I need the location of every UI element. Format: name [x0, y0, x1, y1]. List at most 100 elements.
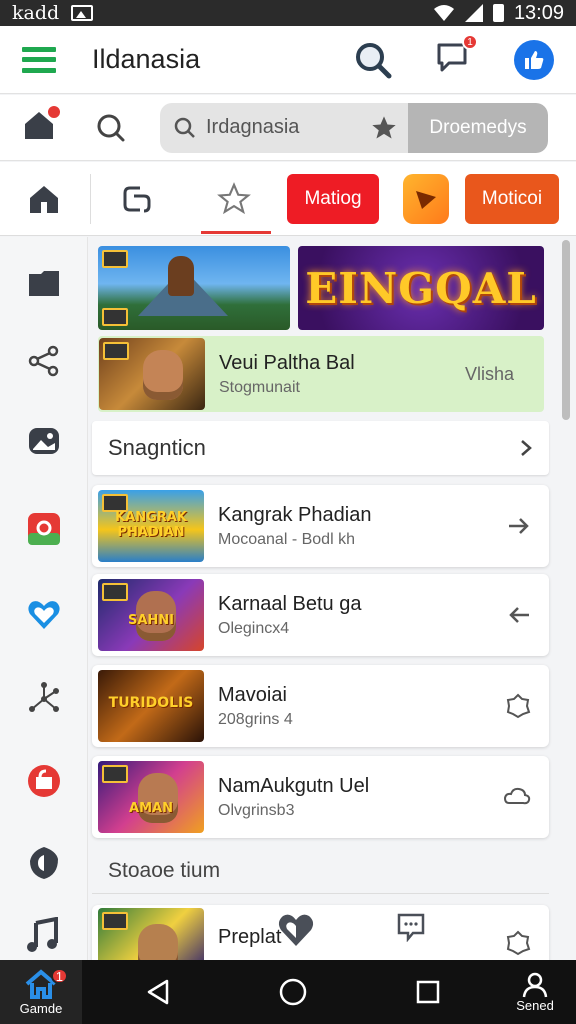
folder-icon: [29, 271, 59, 296]
home-notification-button[interactable]: [22, 104, 62, 147]
list-item[interactable]: AMAN NamAukgutn Uel Olvgrinsb3: [92, 756, 549, 838]
carrier-label: kadd: [12, 2, 60, 24]
featured-side-label: Vlisha: [464, 363, 514, 384]
rail-music[interactable]: [24, 915, 64, 955]
item-title: Karnaal Betu ga: [218, 592, 362, 615]
item-subtitle: Olegincx4: [218, 619, 290, 637]
nav-home-badge: 1: [50, 968, 68, 984]
notification-badge: 1: [462, 34, 478, 50]
search-alt-icon[interactable]: [96, 113, 126, 143]
star-outline-icon: [217, 181, 251, 214]
item-title: Preplat: [218, 926, 282, 948]
star-icon[interactable]: [370, 114, 398, 142]
status-bar: kadd 13:09: [0, 0, 576, 26]
game-thumbnail: [98, 908, 204, 968]
signal-icon: [464, 4, 483, 22]
home-circle-icon[interactable]: [278, 977, 308, 1007]
nav-home-label: Gamde: [19, 1000, 63, 1016]
camera-icon: [28, 513, 60, 545]
tab-divider: [90, 173, 91, 224]
badge-outline-icon[interactable]: [505, 693, 531, 719]
share-icon: [28, 345, 59, 377]
messages-button[interactable]: 1: [436, 34, 478, 79]
home-badge: [46, 104, 62, 120]
search-action-button[interactable]: Droemedys: [408, 102, 548, 153]
list-item[interactable]: KANGRAK PHADIAN Kangrak Phadian Mocoanal…: [92, 485, 549, 567]
featured-subtitle: Stogmunait: [219, 378, 300, 396]
play-icon: [416, 190, 436, 209]
section-header[interactable]: Snagnticn: [92, 421, 549, 475]
scrollbar[interactable]: [562, 240, 570, 420]
thumbs-up-icon: [525, 50, 544, 69]
cloud-outline-icon[interactable]: [503, 785, 531, 809]
recents-icon[interactable]: [415, 979, 441, 1005]
badge-outline-icon[interactable]: [505, 930, 531, 956]
rail-shield[interactable]: [24, 843, 64, 883]
featured-thumbnail: [99, 338, 205, 410]
app-icon: [28, 765, 60, 797]
item-title: Mavoiai: [218, 683, 287, 706]
item-subtitle: 208grins 4: [218, 710, 293, 728]
magnifier-icon: [174, 117, 195, 138]
rail-favorites[interactable]: [24, 595, 64, 635]
banner-adventure[interactable]: [98, 246, 290, 330]
arrow-left-icon[interactable]: [507, 605, 531, 625]
app-bar: Ildanasia 1: [0, 26, 576, 94]
wifi-icon: [433, 5, 454, 21]
app-title: Ildanasia: [92, 44, 201, 74]
tab-home[interactable]: [22, 177, 66, 221]
profile-button[interactable]: [514, 39, 554, 80]
heart-icon: [28, 601, 60, 629]
game-thumbnail: TURIDOLIS: [98, 670, 204, 742]
banner-row: EINGQAL: [98, 246, 544, 330]
game-thumbnail: KANGRAK PHADIAN: [98, 490, 204, 562]
comment-float-icon[interactable]: [396, 912, 426, 942]
item-subtitle: Olvgrinsb3: [218, 801, 295, 819]
link-icon: [123, 186, 151, 212]
play-logo-icon[interactable]: [403, 173, 449, 224]
item-subtitle: Mocoanal - Bodl kh: [218, 530, 355, 548]
tab-button-a[interactable]: Matiog: [287, 173, 379, 224]
rail-share[interactable]: [24, 341, 64, 381]
featured-item[interactable]: Veui Paltha Bal Stogmunait Vlisha: [98, 336, 544, 412]
nav-home-button[interactable]: Gamde 1: [0, 960, 82, 1024]
bottom-nav: Gamde 1 Sened: [0, 960, 576, 1024]
rail-network[interactable]: [24, 679, 64, 719]
heart-float-icon[interactable]: [276, 910, 316, 950]
search-input[interactable]: Irdagnasia: [160, 103, 370, 153]
rail-app[interactable]: [24, 761, 64, 801]
search-query: Irdagnasia: [206, 116, 300, 138]
nav-send-button[interactable]: Sened: [494, 972, 576, 1013]
list-item[interactable]: SAHNI Karnaal Betu ga Olegincx4: [92, 574, 549, 656]
section-header: Stoaoe tium: [92, 848, 549, 894]
tab-link[interactable]: [115, 177, 159, 221]
tab-row: Matiog Moticoi: [0, 162, 576, 236]
featured-title: Veui Paltha Bal: [219, 351, 355, 374]
banner-badge-icon: [102, 308, 128, 326]
gallery-icon: [29, 428, 59, 454]
search-icon[interactable]: [354, 41, 392, 79]
menu-icon[interactable]: [22, 46, 56, 73]
rail-camera[interactable]: [24, 509, 64, 549]
person-icon: [522, 972, 548, 997]
nav-send-label: Sened: [516, 997, 554, 1013]
music-icon: [27, 917, 58, 952]
banner-title: EINGQAL: [305, 263, 537, 313]
rail-folder[interactable]: [24, 263, 64, 303]
list-item[interactable]: TURIDOLIS Mavoiai 208grins 4: [92, 665, 549, 747]
search-box[interactable]: Irdagnasia Droemedys: [160, 102, 548, 153]
item-title: Kangrak Phadian: [218, 503, 372, 526]
section-title: Stoaoe tium: [108, 858, 221, 882]
game-thumbnail: SAHNI: [98, 579, 204, 651]
tab-button-b[interactable]: Moticoi: [465, 173, 559, 224]
game-thumbnail: AMAN: [98, 761, 204, 833]
rail-gallery[interactable]: [24, 421, 64, 461]
side-rail: [0, 237, 88, 960]
home-icon: [30, 185, 58, 213]
arrow-right-icon[interactable]: [507, 516, 531, 536]
tab-favorites[interactable]: [199, 162, 271, 236]
back-icon[interactable]: [145, 978, 171, 1006]
battery-icon: [492, 4, 504, 22]
shield-icon: [30, 847, 58, 879]
banner-featured-game[interactable]: EINGQAL: [298, 246, 544, 330]
